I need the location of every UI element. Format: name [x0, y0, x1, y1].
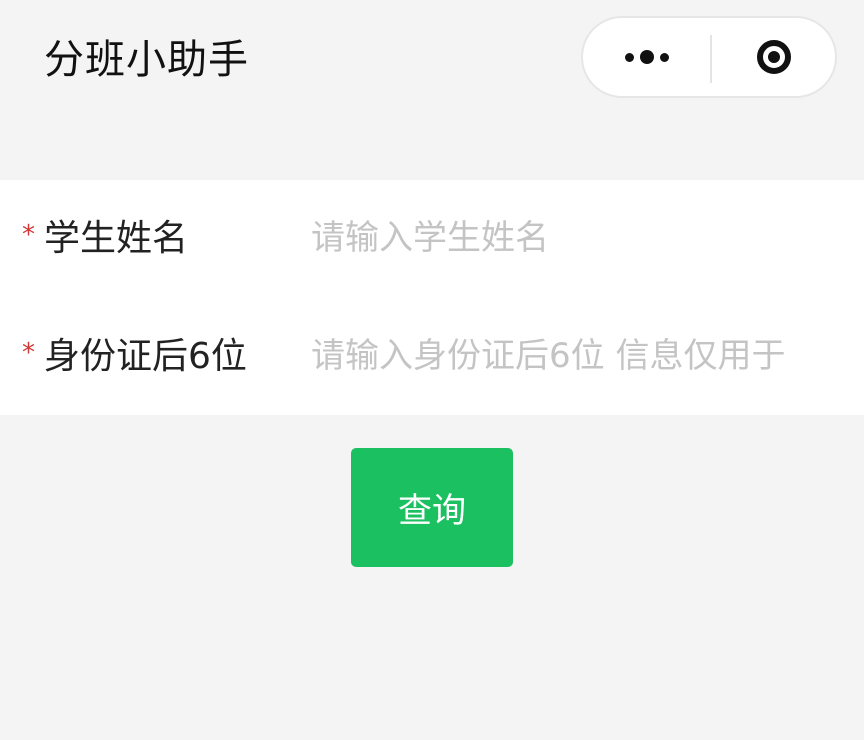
query-button[interactable]: 查询: [351, 448, 513, 567]
required-mark: *: [22, 338, 35, 368]
query-form: * 学生姓名 * 身份证后6位: [0, 180, 864, 415]
form-row-id-last6: * 身份证后6位: [0, 298, 864, 416]
page-title: 分班小助手: [44, 37, 249, 83]
dot-right: [659, 52, 669, 62]
mini-program-capsule: [581, 16, 837, 98]
required-mark: *: [22, 220, 35, 250]
more-dots-icon: [624, 50, 669, 64]
id-last6-label: 身份证后6位: [44, 336, 247, 377]
student-name-input[interactable]: [311, 208, 864, 268]
id-last6-input[interactable]: [311, 326, 864, 386]
dot-center: [639, 50, 654, 64]
student-name-label: 学生姓名: [44, 218, 189, 259]
close-mini-program-button[interactable]: [712, 18, 835, 96]
target-circle-center: [767, 51, 780, 63]
target-circle-icon: [756, 40, 791, 74]
form-row-student-name: * 学生姓名: [0, 180, 864, 298]
more-menu-button[interactable]: [583, 18, 710, 96]
dot-left: [624, 52, 634, 62]
